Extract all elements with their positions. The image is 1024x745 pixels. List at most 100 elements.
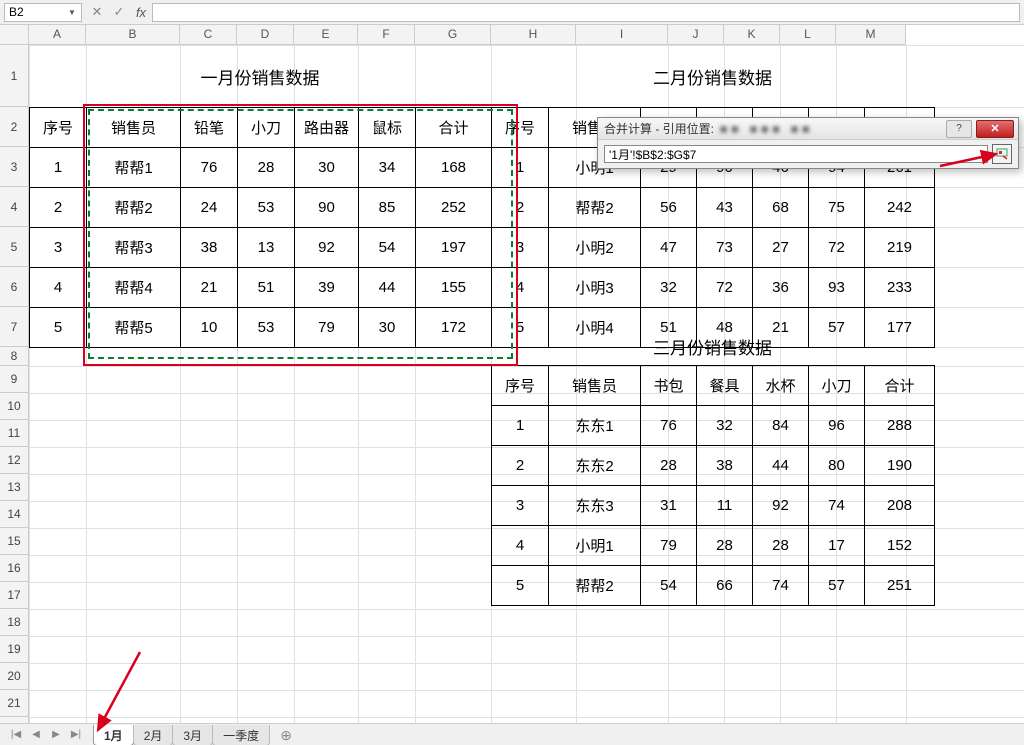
table-mar-cell[interactable]: 84	[753, 406, 809, 446]
row-header-9[interactable]: 9	[0, 366, 29, 393]
table-feb-cell[interactable]: 小明3	[549, 268, 641, 308]
table-jan-cell[interactable]: 53	[238, 188, 295, 228]
tab-nav-first[interactable]: |◀	[8, 725, 24, 744]
table-mar-cell[interactable]: 80	[809, 446, 865, 486]
column-header-G[interactable]: G	[415, 25, 491, 45]
row-header-6[interactable]: 6	[0, 267, 29, 307]
table-feb-cell[interactable]: 73	[697, 228, 753, 268]
name-box[interactable]: B2 ▼	[4, 3, 82, 22]
dialog-titlebar[interactable]: 合并计算 - 引用位置: ■■ ■■■ ■■ ? ✕	[598, 118, 1018, 140]
row-header-3[interactable]: 3	[0, 147, 29, 187]
table-jan-cell[interactable]: 197	[416, 228, 492, 268]
table-jan-cell[interactable]: 24	[181, 188, 238, 228]
table-mar-cell[interactable]: 74	[753, 566, 809, 606]
row-header-4[interactable]: 4	[0, 187, 29, 227]
table-mar-cell[interactable]: 东东3	[549, 486, 641, 526]
table-mar-cell[interactable]: 2	[492, 446, 549, 486]
table-jan-cell[interactable]: 帮帮2	[87, 188, 181, 228]
table-feb-cell[interactable]: 75	[809, 188, 865, 228]
confirm-icon[interactable]: ✓	[108, 2, 130, 23]
table-jan-cell[interactable]: 51	[238, 268, 295, 308]
table-feb-cell[interactable]: 3	[492, 228, 549, 268]
column-header-L[interactable]: L	[780, 25, 836, 45]
row-header-5[interactable]: 5	[0, 227, 29, 267]
table-jan-cell[interactable]: 5	[30, 308, 87, 348]
table-feb-cell[interactable]: 帮帮2	[549, 188, 641, 228]
tab-nav-prev[interactable]: ◀	[28, 725, 44, 744]
table-jan-cell[interactable]: 4	[30, 268, 87, 308]
table-feb-cell[interactable]: 93	[809, 268, 865, 308]
table-mar-cell[interactable]: 38	[697, 446, 753, 486]
table-jan-cell[interactable]: 34	[359, 148, 416, 188]
table-mar-cell[interactable]: 76	[641, 406, 697, 446]
table-mar-cell[interactable]: 208	[865, 486, 935, 526]
table-feb-cell[interactable]: 小明2	[549, 228, 641, 268]
table-jan-cell[interactable]: 39	[295, 268, 359, 308]
table-mar-cell[interactable]: 东东1	[549, 406, 641, 446]
row-header-20[interactable]: 20	[0, 663, 29, 690]
formula-input[interactable]	[152, 3, 1020, 22]
table-jan-cell[interactable]: 30	[359, 308, 416, 348]
column-header-A[interactable]: A	[29, 25, 86, 45]
table-feb-cell[interactable]: 43	[697, 188, 753, 228]
row-header-17[interactable]: 17	[0, 582, 29, 609]
table-jan-cell[interactable]: 13	[238, 228, 295, 268]
table-mar-cell[interactable]: 44	[753, 446, 809, 486]
row-header-2[interactable]: 2	[0, 107, 29, 147]
table-jan-cell[interactable]: 172	[416, 308, 492, 348]
table-mar-cell[interactable]: 17	[809, 526, 865, 566]
column-header-J[interactable]: J	[668, 25, 724, 45]
sheet-tab-3月[interactable]: 3月	[172, 725, 213, 745]
table-jan-cell[interactable]: 3	[30, 228, 87, 268]
column-header-K[interactable]: K	[724, 25, 780, 45]
row-header-7[interactable]: 7	[0, 307, 29, 347]
dialog-close-button[interactable]: ✕	[976, 120, 1014, 138]
row-header-11[interactable]: 11	[0, 420, 29, 447]
table-jan-cell[interactable]: 1	[30, 148, 87, 188]
row-header-15[interactable]: 15	[0, 528, 29, 555]
table-mar-cell[interactable]: 31	[641, 486, 697, 526]
table-jan-cell[interactable]: 90	[295, 188, 359, 228]
sheet-tab-1月[interactable]: 1月	[93, 725, 134, 745]
row-header-8[interactable]: 8	[0, 347, 29, 366]
table-mar-cell[interactable]: 小明1	[549, 526, 641, 566]
table-mar-cell[interactable]: 28	[641, 446, 697, 486]
column-header-B[interactable]: B	[86, 25, 180, 45]
row-header-10[interactable]: 10	[0, 393, 29, 420]
table-jan-cell[interactable]: 155	[416, 268, 492, 308]
table-jan-cell[interactable]: 252	[416, 188, 492, 228]
table-feb-cell[interactable]: 32	[641, 268, 697, 308]
table-feb-cell[interactable]: 4	[492, 268, 549, 308]
table-mar-cell[interactable]: 57	[809, 566, 865, 606]
row-header-14[interactable]: 14	[0, 501, 29, 528]
column-header-I[interactable]: I	[576, 25, 668, 45]
table-feb-cell[interactable]: 242	[865, 188, 935, 228]
row-header-12[interactable]: 12	[0, 447, 29, 474]
table-jan-cell[interactable]: 168	[416, 148, 492, 188]
table-feb-cell[interactable]: 72	[697, 268, 753, 308]
table-feb-cell[interactable]: 36	[753, 268, 809, 308]
table-mar-cell[interactable]: 28	[753, 526, 809, 566]
table-feb-cell[interactable]: 47	[641, 228, 697, 268]
table-jan-cell[interactable]: 54	[359, 228, 416, 268]
cancel-icon[interactable]: ✕	[86, 2, 108, 23]
table-mar-cell[interactable]: 东东2	[549, 446, 641, 486]
tab-nav-last[interactable]: ▶|	[68, 725, 84, 744]
select-all-corner[interactable]	[0, 25, 29, 45]
table-mar-cell[interactable]: 11	[697, 486, 753, 526]
table-jan-cell[interactable]: 帮帮4	[87, 268, 181, 308]
row-header-13[interactable]: 13	[0, 474, 29, 501]
column-header-C[interactable]: C	[180, 25, 237, 45]
table-mar-cell[interactable]: 190	[865, 446, 935, 486]
table-mar-cell[interactable]: 152	[865, 526, 935, 566]
range-picker-button[interactable]	[992, 144, 1012, 164]
table-jan-cell[interactable]: 76	[181, 148, 238, 188]
table-mar-cell[interactable]: 28	[697, 526, 753, 566]
table-mar-cell[interactable]: 96	[809, 406, 865, 446]
table-jan-cell[interactable]: 2	[30, 188, 87, 228]
row-header-1[interactable]: 1	[0, 45, 29, 107]
row-header-18[interactable]: 18	[0, 609, 29, 636]
table-feb-cell[interactable]: 72	[809, 228, 865, 268]
table-jan-cell[interactable]: 10	[181, 308, 238, 348]
table-mar-cell[interactable]: 3	[492, 486, 549, 526]
